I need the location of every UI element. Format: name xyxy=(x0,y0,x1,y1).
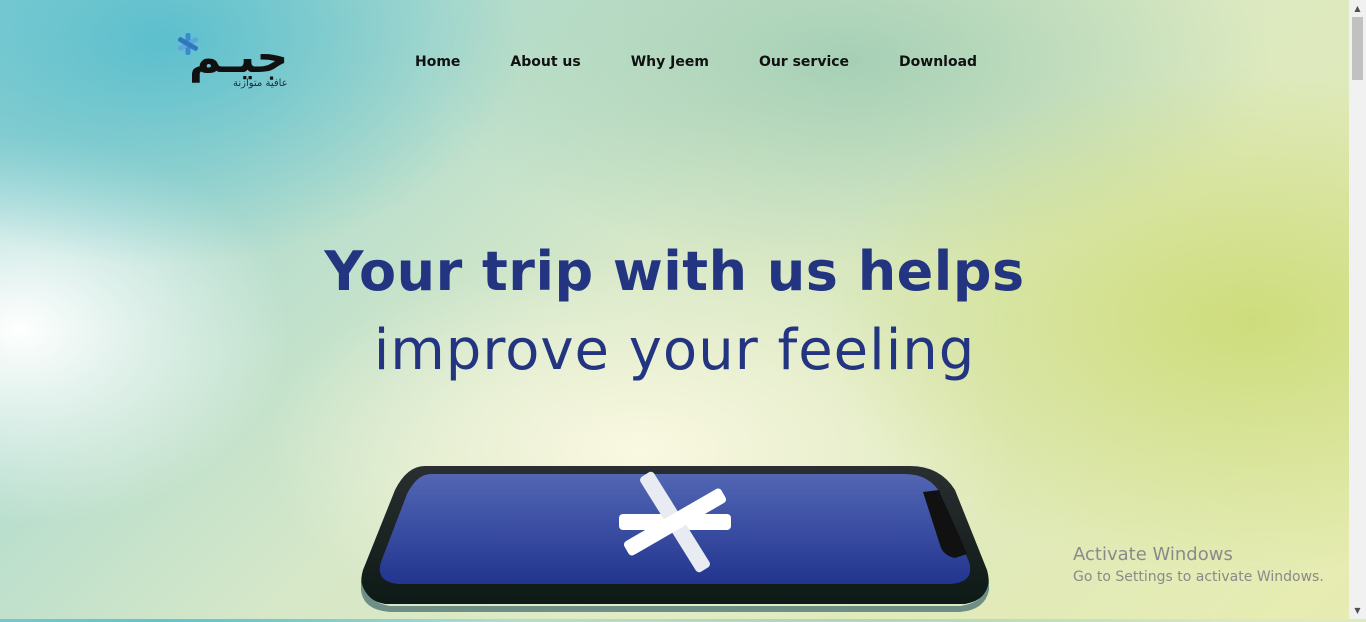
hero-title-line1: Your trip with us helps xyxy=(324,240,1025,303)
phone-illustration xyxy=(361,466,989,612)
activate-windows-watermark: Activate Windows Go to Settings to activ… xyxy=(1073,544,1324,587)
logo-tagline: عافية متوازنة xyxy=(233,78,288,89)
scroll-thumb[interactable] xyxy=(1352,17,1363,80)
scroll-up-icon[interactable]: ▲ xyxy=(1349,0,1366,17)
nav-our-service[interactable]: Our service xyxy=(759,52,849,72)
scroll-down-icon[interactable]: ▼ xyxy=(1349,602,1366,619)
watermark-subtitle: Go to Settings to activate Windows. xyxy=(1073,569,1324,585)
page: جيـم عافية متوازنة Home About us Why Jee… xyxy=(0,0,1349,619)
watermark-title: Activate Windows xyxy=(1073,544,1233,565)
nav-home[interactable]: Home xyxy=(415,52,460,72)
main-nav: Home About us Why Jeem Our service Downl… xyxy=(415,52,1027,72)
nav-about-us[interactable]: About us xyxy=(510,52,580,72)
hero-title-line2: improve your feeling xyxy=(373,318,976,383)
logo-wordmark: جيـم xyxy=(189,32,289,83)
vertical-scrollbar[interactable]: ▲ ▼ xyxy=(1349,0,1366,619)
nav-why-jeem[interactable]: Why Jeem xyxy=(631,52,709,72)
brand-logo[interactable]: جيـم عافية متوازنة xyxy=(175,32,295,94)
nav-download[interactable]: Download xyxy=(899,52,977,72)
